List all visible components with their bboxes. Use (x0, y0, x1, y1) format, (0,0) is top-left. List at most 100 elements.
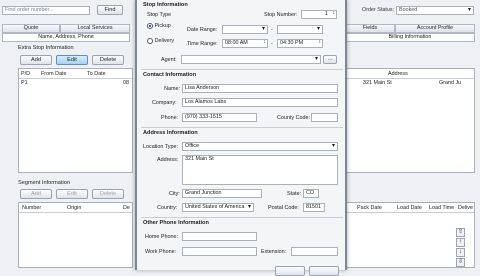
radio-checked-icon (147, 23, 153, 29)
address-value: 321 Main St (185, 156, 214, 162)
row-address: 321 Main St (363, 80, 392, 86)
tab-name-address-phone-label: Name, Address, Phone (38, 34, 94, 40)
tab-fields[interactable]: Fields (345, 24, 395, 33)
country-select[interactable]: United States of America (182, 203, 254, 212)
postal-code-value: 81501 (306, 204, 321, 210)
move-bottom-icon[interactable]: ⇩ (456, 258, 465, 267)
segment-right-table: Pack Date Load Date Load Time Delive ⇧ ↑… (342, 202, 475, 268)
time-from-value: 08:00 AM (225, 40, 248, 46)
segment-title: Segment Information (18, 180, 70, 186)
date-to-picker[interactable] (277, 25, 323, 34)
company-value: Los Alamos Labs (185, 99, 227, 105)
agent-lookup-button[interactable]: … (323, 55, 337, 64)
ok-button[interactable] (275, 266, 305, 276)
time-to-input[interactable]: 04:30 PM ↕ (277, 39, 323, 48)
state-input[interactable]: CO (303, 189, 319, 198)
country-value: United States of America (185, 204, 245, 210)
spinner-icon: ↕ (318, 39, 322, 45)
extra-stop-edit-button[interactable]: Edit (56, 55, 88, 65)
stop-number-spinner[interactable]: 1 ↕ (301, 10, 337, 19)
phone-input[interactable]: (970) 333-1515 (182, 113, 257, 122)
extra-stop-delete-label: Delete (99, 57, 117, 63)
ellipsis-icon: … (327, 56, 333, 62)
row-city: Grand Ju (439, 80, 462, 86)
phone-value: (970) 333-1515 (185, 114, 222, 120)
stop-info-title: Stop Information (143, 2, 188, 8)
name-value: Lisa Anderson (185, 85, 220, 91)
extension-input[interactable] (291, 247, 338, 256)
col-origin: Origin (67, 205, 82, 211)
stop-type-label: Stop Type (147, 12, 172, 18)
segment-add-button[interactable]: Add (20, 189, 52, 199)
date-range-label: Date Range: (187, 27, 218, 33)
segment-edit-button[interactable]: Edit (56, 189, 88, 199)
pickup-radio[interactable]: Pickup (147, 23, 171, 29)
company-label: Company: (152, 100, 177, 106)
date-from-picker[interactable] (222, 25, 268, 34)
segment-table: Number Origin De (18, 202, 133, 268)
row-pd: P1 (21, 80, 28, 86)
tab-name-address-phone[interactable]: Name, Address, Phone (2, 33, 130, 42)
state-label: State: (287, 191, 302, 197)
tab-billing-information[interactable]: Billing Information (345, 33, 475, 42)
city-value: Grand Junction (185, 190, 222, 196)
time-range-label: Time Range: (187, 41, 218, 47)
extra-stop-title: Extra Stop Information (18, 45, 74, 51)
address-label: Address: (157, 157, 179, 163)
time-from-input[interactable]: 08:00 AM ↕ (222, 39, 268, 48)
move-top-icon[interactable]: ⇧ (456, 228, 465, 237)
segment-delete-label: Delete (99, 191, 117, 197)
tab-account-profile[interactable]: Account Profile (395, 24, 475, 33)
home-phone-input[interactable] (182, 232, 257, 241)
col-load-time: Load Time (429, 205, 455, 211)
order-status-label: Order Status: (362, 7, 395, 13)
city-input[interactable]: Grand Junction (182, 189, 262, 198)
delivery-label: Delivery (154, 38, 175, 44)
extra-stop-add-button[interactable]: Add (20, 55, 52, 65)
move-down-icon[interactable]: ↓ (456, 248, 465, 257)
agent-select[interactable] (181, 55, 321, 64)
segment-delete-button[interactable]: Delete (92, 189, 124, 199)
table-row[interactable]: 321 Main St Grand Ju (343, 79, 474, 87)
tab-quote[interactable]: Quote (2, 24, 60, 33)
cancel-button[interactable] (309, 266, 339, 276)
col-delivery: Delive (458, 205, 473, 211)
country-label: Country: (157, 205, 178, 211)
postal-code-input[interactable]: 81501 (303, 203, 325, 212)
spinner-icon: ↕ (263, 39, 267, 45)
tab-account-profile-label: Account Profile (416, 25, 454, 31)
county-code-input[interactable] (311, 113, 338, 122)
col-pack-date: Pack Date (357, 205, 382, 211)
tab-local-services[interactable]: Local Services (60, 24, 130, 33)
col-address: Address (388, 71, 408, 77)
move-up-icon[interactable]: ↑ (456, 238, 465, 247)
company-input[interactable]: Los Alamos Labs (182, 98, 338, 107)
name-input[interactable]: Lisa Anderson (182, 84, 338, 93)
phone-label: Phone: (161, 115, 179, 121)
location-type-value: Office (185, 143, 199, 149)
segment-add-label: Add (31, 191, 41, 197)
contact-title: Contact Information (143, 72, 197, 78)
extra-stop-right-table: Address 321 Main St Grand Ju (342, 68, 475, 173)
col-load-date: Load Date (397, 205, 422, 211)
time-to-value: 04:30 PM (280, 40, 304, 46)
row-to: 08 (123, 80, 129, 86)
order-status-select[interactable]: Booked (396, 6, 474, 15)
extra-stop-add-label: Add (31, 57, 41, 63)
segment-edit-label: Edit (67, 191, 77, 197)
col-pd: P/D (21, 71, 30, 77)
extra-stop-table: P/D From Date To Date P1 08 (18, 68, 133, 173)
table-row[interactable]: P1 08 (19, 79, 132, 87)
other-phone-title: Other Phone Information (143, 220, 209, 226)
find-button[interactable]: Find (97, 5, 123, 15)
postal-code-label: Postal Code: (268, 205, 299, 211)
city-label: City: (169, 191, 180, 197)
home-phone-label: Home Phone: (145, 234, 178, 240)
extra-stop-delete-button[interactable]: Delete (92, 55, 124, 65)
work-phone-input[interactable] (182, 247, 257, 256)
address-textarea[interactable]: 321 Main St (182, 155, 338, 185)
location-type-label: Location Type: (143, 144, 178, 150)
location-type-select[interactable]: Office (182, 142, 338, 151)
find-order-input[interactable]: Find order number... (2, 6, 90, 15)
delivery-radio[interactable]: Delivery (147, 38, 174, 44)
